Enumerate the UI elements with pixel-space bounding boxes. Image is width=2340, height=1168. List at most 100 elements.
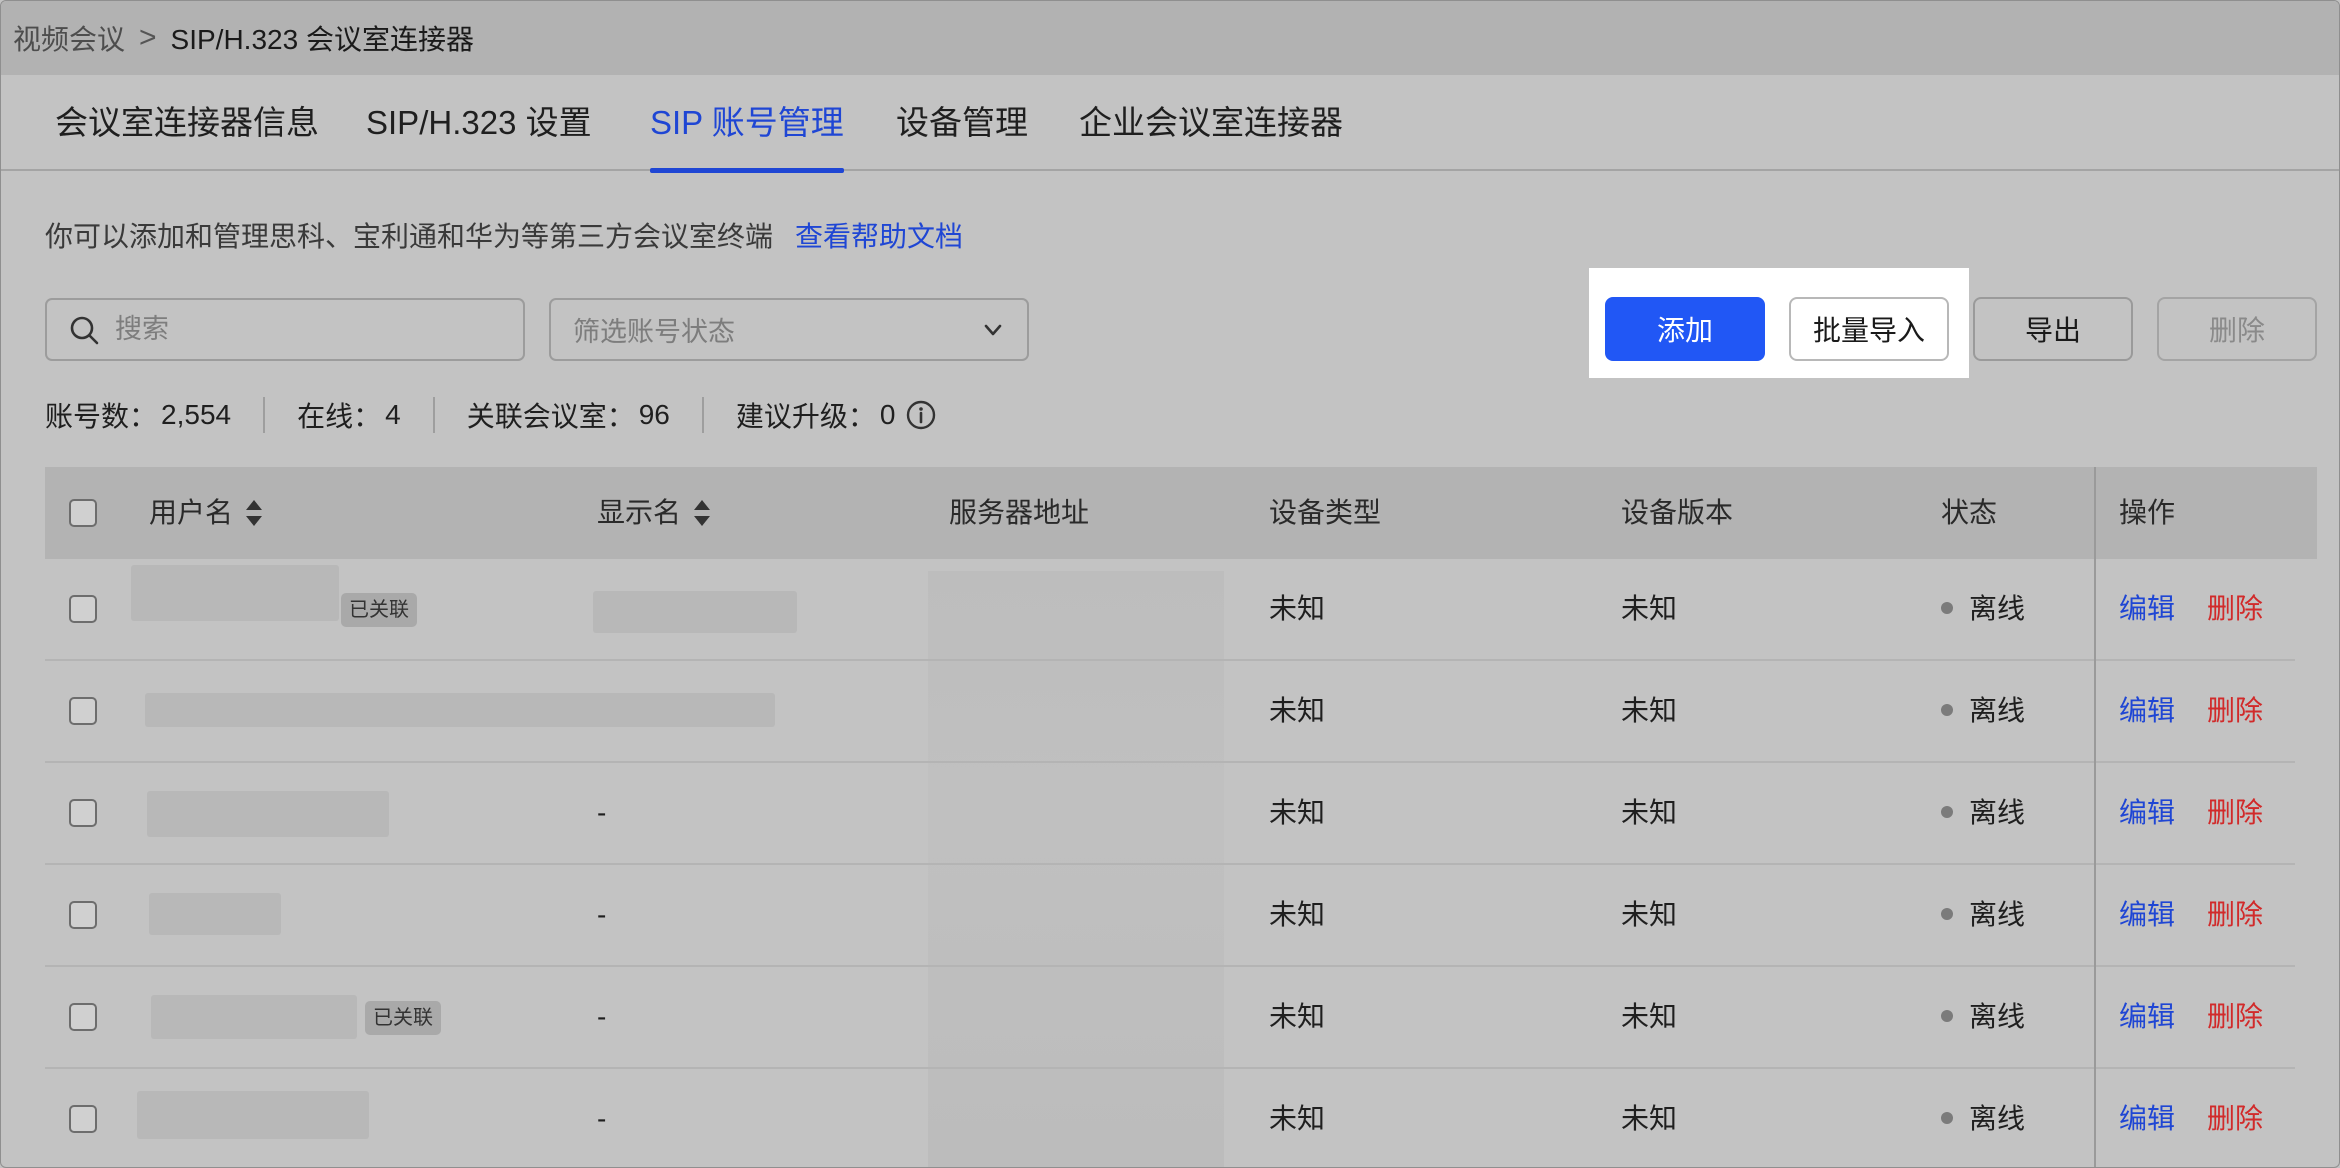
chevron-right-icon: >	[139, 21, 157, 54]
status-cell: 离线	[1941, 865, 2025, 965]
status-text: 离线	[1969, 899, 2026, 930]
status-dot-icon	[1941, 805, 1953, 818]
linked-rooms-label: 关联会议室：	[466, 401, 635, 432]
table-row: - 未知 未知 离线 编辑 删除	[45, 763, 2295, 865]
status-cell: 离线	[1941, 559, 2025, 659]
export-button[interactable]: 导出	[1973, 297, 2133, 361]
device-version-cell: 未知	[1621, 695, 1678, 726]
row-checkbox[interactable]	[69, 595, 97, 623]
display-name-cell: -	[597, 899, 607, 930]
table-row: 未知 未知 离线 编辑 删除	[45, 661, 2295, 763]
status-text: 离线	[1969, 797, 2026, 828]
tab-sip-h323-settings[interactable]: SIP/H.323 设置	[366, 75, 592, 171]
linked-rooms-count: 96	[638, 399, 670, 430]
accounts-label: 账号数：	[45, 401, 158, 432]
device-version-cell: 未知	[1621, 593, 1678, 624]
device-type-cell: 未知	[1269, 593, 1326, 624]
header-display-name[interactable]: 显示名	[597, 467, 711, 559]
status-dot-icon	[1941, 1111, 1953, 1124]
device-version-cell: 未知	[1621, 1103, 1678, 1134]
status-cell: 离线	[1941, 967, 2025, 1067]
breadcrumb-current: SIP/H.323 会议室连接器	[170, 24, 474, 55]
breadcrumb-root-link[interactable]: 视频会议	[13, 18, 125, 58]
device-version-cell: 未知	[1621, 1001, 1678, 1032]
tab-enterprise-connector[interactable]: 企业会议室连接器	[1079, 75, 1343, 171]
accounts-count: 2,554	[161, 399, 232, 430]
header-username[interactable]: 用户名	[149, 467, 263, 559]
bulk-delete-button[interactable]: 删除	[2157, 297, 2317, 361]
search-input[interactable]	[113, 313, 497, 346]
breadcrumb: 视频会议 > SIP/H.323 会议室连接器	[1, 1, 2339, 75]
status-filter-select[interactable]: 筛选账号状态	[549, 298, 1029, 361]
sip-account-table: 用户名 显示名 服务器地址 设备类型 设备版本 状态 操作 已关联 未知 未知 …	[45, 467, 2317, 1167]
upgrade-label: 建议升级：	[735, 401, 876, 432]
table-row: - 未知 未知 离线 编辑 删除	[45, 1069, 2295, 1167]
device-type-cell: 未知	[1269, 695, 1326, 726]
tab-connector-info[interactable]: 会议室连接器信息	[55, 75, 319, 171]
device-type-cell: 未知	[1269, 899, 1326, 930]
help-doc-link[interactable]: 查看帮助文档	[795, 221, 963, 252]
stat-divider	[432, 397, 435, 433]
device-version-cell: 未知	[1621, 797, 1678, 828]
stat-divider	[263, 397, 266, 433]
info-icon[interactable]	[905, 399, 937, 431]
online-label: 在线：	[297, 401, 382, 432]
row-checkbox[interactable]	[69, 1003, 97, 1031]
status-dot-icon	[1941, 1009, 1953, 1022]
search-icon	[70, 316, 99, 344]
delete-link[interactable]: 删除	[2207, 763, 2263, 863]
edit-link[interactable]: 编辑	[2119, 763, 2175, 863]
header-server-address: 服务器地址	[949, 497, 1090, 528]
redacted-username	[147, 791, 389, 837]
display-name-cell: -	[597, 1001, 607, 1032]
table-row: 已关联 未知 未知 离线 编辑 删除	[45, 559, 2295, 661]
app-window: 视频会议 > SIP/H.323 会议室连接器 会议室连接器信息 SIP/H.3…	[0, 0, 2340, 1168]
edit-link[interactable]: 编辑	[2119, 967, 2175, 1067]
status-filter-placeholder: 筛选账号状态	[573, 317, 735, 347]
batch-import-button[interactable]: 批量导入	[1789, 297, 1949, 361]
delete-link[interactable]: 删除	[2207, 1069, 2263, 1167]
header-username-label: 用户名	[149, 497, 234, 528]
sort-icon[interactable]	[693, 498, 711, 528]
edit-link[interactable]: 编辑	[2119, 865, 2175, 965]
add-button[interactable]: 添加	[1605, 297, 1765, 361]
status-text: 离线	[1969, 593, 2026, 624]
row-checkbox[interactable]	[69, 799, 97, 827]
sort-icon[interactable]	[245, 498, 263, 528]
status-cell: 离线	[1941, 1069, 2026, 1167]
page-description: 你可以添加和管理思科、宝利通和华为等第三方会议室终端 查看帮助文档	[45, 215, 963, 255]
stat-divider	[701, 397, 704, 433]
display-name-cell: -	[597, 797, 607, 828]
redacted-username	[145, 693, 775, 727]
device-type-cell: 未知	[1269, 1103, 1326, 1134]
redacted-username	[131, 565, 339, 621]
row-checkbox[interactable]	[69, 697, 97, 725]
edit-link[interactable]: 编辑	[2119, 661, 2175, 761]
row-checkbox[interactable]	[69, 1105, 97, 1133]
redacted-username	[149, 893, 281, 935]
edit-link[interactable]: 编辑	[2119, 559, 2175, 659]
online-count: 4	[385, 399, 401, 430]
delete-link[interactable]: 删除	[2207, 661, 2263, 761]
status-text: 离线	[1969, 1103, 2026, 1134]
status-text: 离线	[1969, 695, 2026, 726]
tab-device-management[interactable]: 设备管理	[896, 75, 1028, 171]
delete-link[interactable]: 删除	[2207, 967, 2263, 1067]
table-row: 已关联 - 未知 未知 离线 编辑 删除	[45, 967, 2295, 1069]
status-cell: 离线	[1941, 661, 2025, 761]
table-row: - 未知 未知 离线 编辑 删除	[45, 865, 2295, 967]
redacted-username	[151, 995, 357, 1039]
delete-link[interactable]: 删除	[2207, 865, 2263, 965]
device-type-cell: 未知	[1269, 1001, 1326, 1032]
tab-sip-account-management[interactable]: SIP 账号管理	[650, 75, 844, 173]
redacted-display-name	[593, 591, 797, 633]
select-all-checkbox[interactable]	[69, 499, 97, 527]
edit-link[interactable]: 编辑	[2119, 1069, 2175, 1167]
upgrade-count: 0	[879, 399, 896, 430]
row-checkbox[interactable]	[69, 901, 97, 929]
description-text: 你可以添加和管理思科、宝利通和华为等第三方会议室终端	[45, 221, 774, 252]
delete-link[interactable]: 删除	[2207, 559, 2263, 659]
stats-bar: 账号数： 2,554 在线： 4 关联会议室： 96 建议升级： 0	[45, 393, 937, 437]
search-field[interactable]	[45, 298, 525, 361]
status-dot-icon	[1941, 907, 1953, 920]
